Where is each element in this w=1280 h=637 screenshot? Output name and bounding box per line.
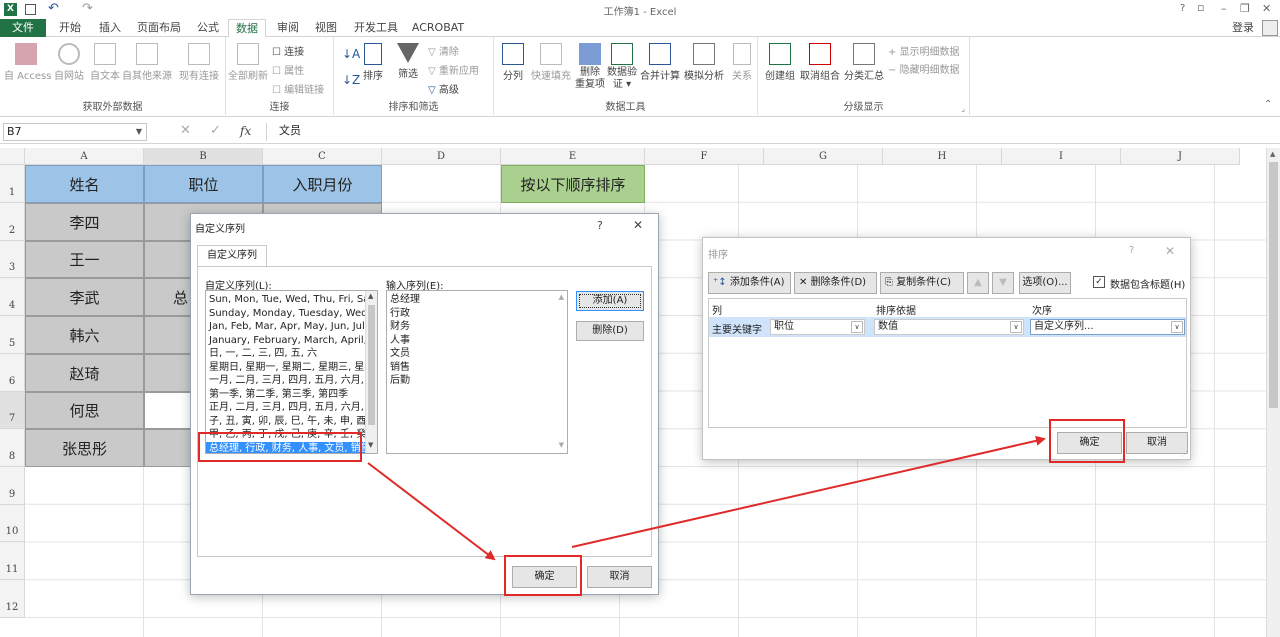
arrow-to-sort-ok	[571, 435, 1046, 548]
arrow-to-custom-ok	[367, 462, 496, 561]
annotation-arrows	[367, 435, 1046, 561]
